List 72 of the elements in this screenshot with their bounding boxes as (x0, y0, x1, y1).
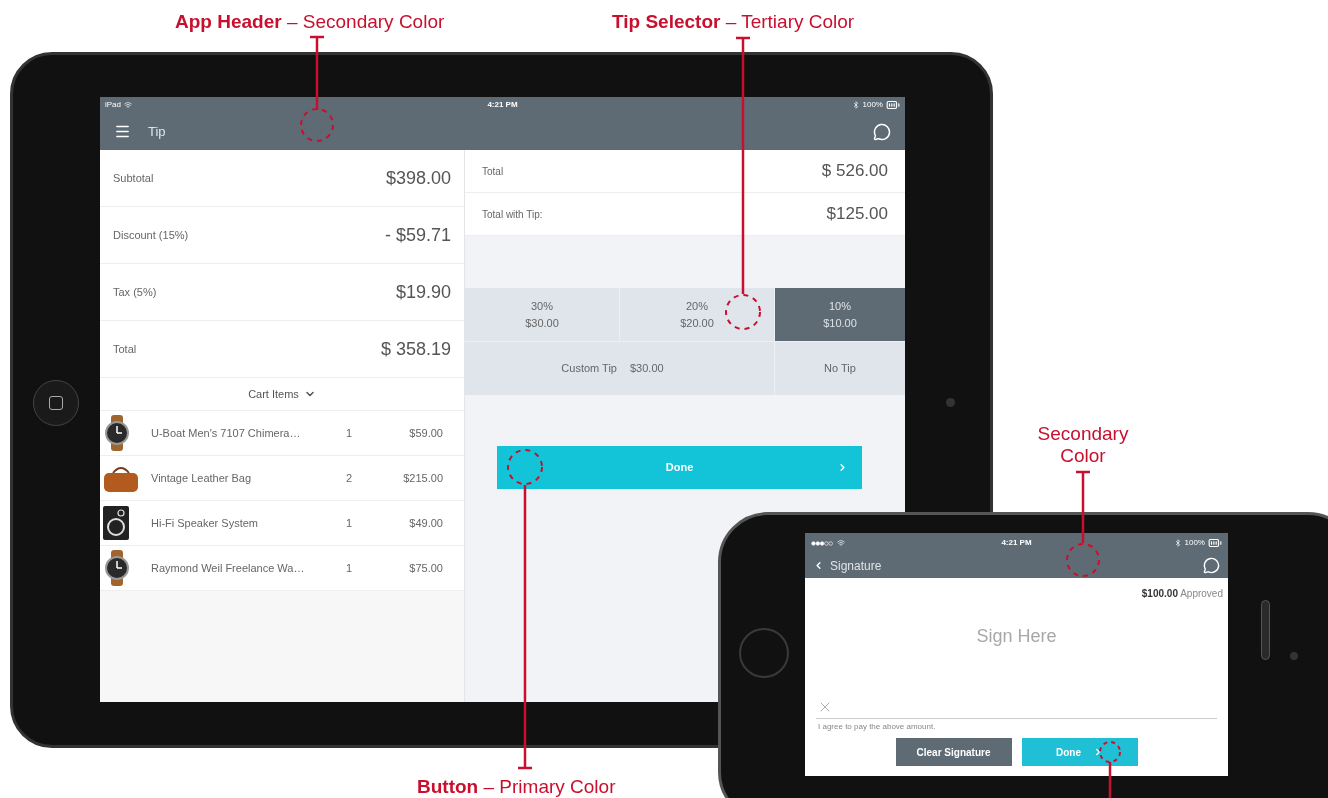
item-price: $75.00 (409, 560, 443, 576)
clear-signature-button[interactable]: Clear Signature (895, 738, 1012, 766)
camera-icon (946, 398, 955, 407)
marker-circle (507, 449, 543, 485)
total-value: $ 526.00 (821, 160, 888, 183)
wifi-icon (124, 101, 132, 109)
callout-line (1108, 762, 1112, 798)
chat-icon[interactable] (1203, 557, 1220, 574)
marker-circle (1099, 741, 1121, 763)
no-tip-option[interactable]: No Tip (775, 342, 905, 395)
cart-items-toggle[interactable]: Cart Items (100, 378, 464, 411)
chevron-right-icon (837, 462, 848, 473)
item-quantity: 1 (346, 560, 354, 576)
tip-option[interactable]: 20% $20.00 (620, 288, 775, 341)
bluetooth-icon (851, 101, 860, 109)
summary-label: Total (113, 341, 137, 357)
custom-tip-label: Custom Tip (561, 361, 617, 377)
summary-value: $ 358.19 (380, 337, 451, 361)
screen-title: Signature (830, 557, 882, 575)
custom-tip-value: $30.00 (630, 361, 664, 377)
annotation-label: Tip Selector – Tertiary Color (612, 10, 855, 34)
status-time: 4:21 PM (487, 99, 518, 111)
wifi-icon (837, 539, 845, 547)
annotation-label: Secondary Color (1036, 423, 1130, 467)
total-label: Total (482, 164, 504, 179)
speaker-icon (103, 506, 129, 540)
item-quantity: 2 (346, 470, 354, 486)
item-price: $215.00 (403, 470, 443, 486)
battery-icon (886, 98, 900, 112)
marker-circle (1066, 543, 1100, 577)
speaker-grille (1261, 600, 1270, 660)
item-name: Raymond Weil Freelance Wa… (151, 560, 306, 576)
annotation-label: Button – Primary Color (417, 775, 616, 798)
item-price: $59.00 (409, 425, 443, 441)
summary-value: - $59.71 (384, 223, 451, 247)
status-time: 4:21 PM (1001, 537, 1032, 549)
summary-label: Discount (15%) (113, 227, 189, 243)
tip-option[interactable]: 30% $30.00 (465, 288, 620, 341)
item-name: Hi-Fi Speaker System (151, 515, 259, 531)
total-value: $125.00 (826, 203, 888, 226)
tip-option[interactable]: 10% $10.00 (775, 288, 905, 341)
total-label: Total with Tip: (482, 207, 543, 222)
bluetooth-icon (1173, 539, 1182, 547)
sign-here-placeholder: Sign Here (976, 625, 1057, 648)
signal-icon (811, 540, 833, 546)
custom-tip-field[interactable]: Custom Tip $30.00 (465, 342, 775, 395)
chat-icon[interactable] (873, 122, 891, 141)
watch-icon (103, 550, 131, 586)
summary-label: Tax (5%) (113, 284, 157, 300)
screen-title: Tip (148, 122, 166, 141)
item-price: $49.00 (409, 515, 443, 531)
annotation-label: App Header – Secondary Color (175, 10, 445, 34)
item-quantity: 1 (346, 425, 354, 441)
square-icon (49, 396, 63, 410)
agreement-text: I agree to pay the above amount. (818, 721, 937, 733)
item-name: U-Boat Men's 7107 Chimera… (151, 425, 302, 441)
summary-value: $398.00 (385, 166, 451, 190)
summary-label: Subtotal (113, 170, 154, 186)
menu-icon[interactable] (114, 123, 131, 140)
item-quantity: 1 (346, 515, 354, 531)
marker-circle (725, 294, 761, 330)
camera-icon (1290, 652, 1298, 660)
watch-icon (103, 415, 131, 451)
battery-level: 100% (1184, 537, 1205, 549)
chevron-right-icon (1093, 747, 1103, 757)
marker-circle (300, 108, 334, 142)
summary-value: $19.90 (395, 280, 451, 304)
battery-icon (1208, 536, 1222, 550)
approval-status: $100.00 Approved (1141, 587, 1223, 601)
device-name: iPad (105, 99, 121, 111)
battery-level: 100% (862, 99, 883, 111)
item-name: Vintage Leather Bag (151, 470, 253, 486)
